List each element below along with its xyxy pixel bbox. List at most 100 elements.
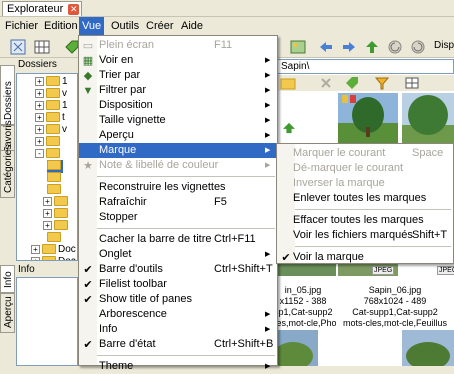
menu-item-label: Barre d'outils bbox=[99, 263, 163, 275]
back-arrow-icon[interactable] bbox=[318, 39, 334, 55]
marque-item-inverser-la-marque[interactable]: Inverser la marque bbox=[277, 176, 453, 191]
display-label[interactable]: Disp bbox=[434, 40, 454, 51]
menu-outils[interactable]: Outils bbox=[108, 17, 142, 36]
vue-item-taille-vignette[interactable]: Taille vignette ▶ bbox=[79, 113, 277, 128]
forward-arrow-icon[interactable] bbox=[341, 39, 357, 55]
expand-icon[interactable]: + bbox=[35, 100, 44, 110]
vue-item-note-libelle-de-couleur[interactable]: ★ Note & libellé de couleur ▶ bbox=[79, 158, 277, 173]
caption-sapin05-tags: cles,mot-cle,Photo... bbox=[270, 318, 336, 328]
tag-icon[interactable] bbox=[344, 75, 360, 91]
vue-item-apercu[interactable]: Aperçu ▶ bbox=[79, 128, 277, 143]
tab-dossiers[interactable]: Dossiers bbox=[0, 65, 15, 125]
rotate-left-icon[interactable] bbox=[387, 39, 403, 55]
thumbnail-tree-top-right[interactable] bbox=[402, 93, 454, 143]
expand-icon[interactable]: + bbox=[35, 88, 44, 98]
vue-item-plein-ecran[interactable]: ▭ Plein écran F11 bbox=[79, 38, 277, 53]
expand-icon[interactable]: + bbox=[31, 256, 40, 260]
filter-icon: ▼ bbox=[82, 85, 94, 97]
menu-item-label: Theme bbox=[99, 360, 134, 372]
submenu-arrow-icon: ▶ bbox=[265, 72, 271, 79]
vue-item-disposition[interactable]: Disposition ▶ bbox=[79, 98, 277, 113]
rotate-right-icon[interactable] bbox=[410, 39, 426, 55]
expand-icon[interactable]: + bbox=[35, 112, 44, 122]
menu-item-label: Plein écran bbox=[99, 39, 155, 51]
menu-edition[interactable]: Edition bbox=[41, 17, 81, 36]
fit-window-icon[interactable] bbox=[10, 39, 26, 55]
thumbnail-sapin-top[interactable] bbox=[338, 93, 398, 143]
up-arrow-icon[interactable] bbox=[364, 39, 380, 55]
vue-item-arborescence[interactable]: Arborescence ▶ bbox=[79, 307, 277, 322]
vue-item-rafraichir[interactable]: Rafraîchir F5 bbox=[79, 195, 277, 210]
menu-item-label: Barre d'état bbox=[99, 338, 156, 350]
collapse-icon[interactable]: - bbox=[35, 148, 44, 158]
tab-info[interactable]: Info bbox=[0, 265, 15, 293]
menu-shortcut: Space bbox=[412, 147, 444, 159]
submenu-arrow-icon: ▶ bbox=[265, 162, 271, 169]
note-icon: ★ bbox=[83, 160, 93, 172]
menu-separator bbox=[295, 209, 451, 210]
vue-item-show-title-of-panes[interactable]: ✔ Show title of panes bbox=[79, 292, 277, 307]
vue-item-theme[interactable]: Theme ▶ bbox=[79, 359, 277, 374]
marque-item-voir-la-marque[interactable]: ✔ Voir la marque bbox=[277, 250, 453, 265]
expand-icon[interactable]: + bbox=[35, 124, 44, 134]
marque-item-de-marquer-le-courant[interactable]: Dé-marquer le courant bbox=[277, 161, 453, 176]
expand-icon[interactable]: + bbox=[43, 208, 52, 218]
folder-tree[interactable]: +1 + v +1 + t + v + - + + + + Doc + Doc bbox=[16, 73, 78, 261]
vue-item-marque[interactable]: Marque ▶ bbox=[79, 143, 277, 158]
expand-icon[interactable]: + bbox=[43, 196, 52, 206]
folder-icon[interactable] bbox=[280, 75, 296, 91]
tree-row[interactable]: + Doc bbox=[31, 256, 76, 260]
marque-item-enlever-toutes-les-marques[interactable]: Enlever toutes les marques bbox=[277, 191, 453, 206]
marque-item-marquer-le-courant[interactable]: Marquer le courant Space bbox=[277, 146, 453, 161]
grid-view-icon[interactable] bbox=[34, 39, 50, 55]
vue-item-filelist-toolbar[interactable]: ✔ Filelist toolbar bbox=[79, 277, 277, 292]
tab-apercu-label: Aperçu bbox=[3, 296, 14, 328]
expand-icon[interactable]: + bbox=[43, 220, 52, 230]
vue-item-reconstruire-les-vignettes[interactable]: Reconstruire les vignettes bbox=[79, 180, 277, 195]
submenu-arrow-icon: ▶ bbox=[265, 251, 271, 258]
expand-icon[interactable]: + bbox=[35, 136, 44, 146]
app-tab[interactable]: Explorateur ✕ bbox=[2, 1, 83, 16]
tree-label: Doc bbox=[58, 256, 76, 260]
address-path[interactable]: Sapin\ bbox=[270, 59, 454, 74]
menu-shortcut: Shift+T bbox=[412, 229, 448, 241]
vue-item-trier-par[interactable]: ◆ Trier par ▶ bbox=[79, 68, 277, 83]
marque-item-effacer-toutes-les-marques[interactable]: Effacer toutes les marques bbox=[277, 213, 453, 228]
menu-vue[interactable]: Vue bbox=[79, 17, 105, 36]
marque-item-voir-les-fichiers-marques[interactable]: Voir les fichiers marqués Shift+T bbox=[277, 228, 453, 243]
vue-item-barre-d-outils[interactable]: ✔ Barre d'outils Ctrl+Shift+T bbox=[79, 262, 277, 277]
slideshow-icon[interactable] bbox=[290, 39, 306, 55]
menu-separator bbox=[97, 228, 275, 229]
vue-item-barre-d-etat[interactable]: ✔ Barre d'état Ctrl+Shift+B bbox=[79, 337, 277, 352]
menu-item-label: Reconstruire les vignettes bbox=[99, 181, 226, 193]
tab-apercu[interactable]: Aperçu bbox=[0, 293, 15, 333]
checkmark-icon: ✔ bbox=[281, 252, 291, 264]
menu-fichier[interactable]: Fichier bbox=[2, 17, 41, 36]
folder-icon bbox=[54, 196, 68, 207]
submenu-arrow-icon: ▶ bbox=[265, 117, 271, 124]
menu-aide[interactable]: Aide bbox=[178, 17, 206, 36]
menu-item-label: Voir les fichiers marqués bbox=[293, 229, 413, 241]
tab-categories-label: Catégories bbox=[3, 144, 14, 193]
tab-categories[interactable]: Catégories bbox=[0, 145, 15, 198]
go-up-icon[interactable] bbox=[282, 122, 296, 134]
folder-icon bbox=[42, 244, 56, 255]
menu-creer[interactable]: Créer bbox=[143, 17, 177, 36]
vue-item-voir-en[interactable]: ▦ Voir en ▶ bbox=[79, 53, 277, 68]
close-icon[interactable]: ✕ bbox=[68, 4, 80, 15]
expand-icon[interactable]: + bbox=[35, 76, 44, 86]
submenu-arrow-icon: ▶ bbox=[265, 87, 271, 94]
vue-item-onglet[interactable]: Onglet ▶ bbox=[79, 247, 277, 262]
delete-icon[interactable] bbox=[318, 75, 334, 91]
vue-item-filtrer-par[interactable]: ▼ Filtrer par ▶ bbox=[79, 83, 277, 98]
view-mode-icon[interactable] bbox=[404, 75, 420, 91]
menu-item-label: Rafraîchir bbox=[99, 196, 147, 208]
expand-icon[interactable]: + bbox=[31, 244, 40, 254]
vue-item-cacher-la-barre-de-titre[interactable]: Cacher la barre de titre Ctrl+F11 bbox=[79, 232, 277, 247]
thumbnail-bottom-right[interactable] bbox=[402, 330, 454, 366]
tree-label: v bbox=[62, 88, 67, 99]
filter-icon[interactable] bbox=[374, 75, 390, 91]
vue-item-stopper[interactable]: Stopper bbox=[79, 210, 277, 225]
vue-item-info[interactable]: Info ▶ bbox=[79, 322, 277, 337]
app-title: Explorateur bbox=[7, 3, 64, 15]
